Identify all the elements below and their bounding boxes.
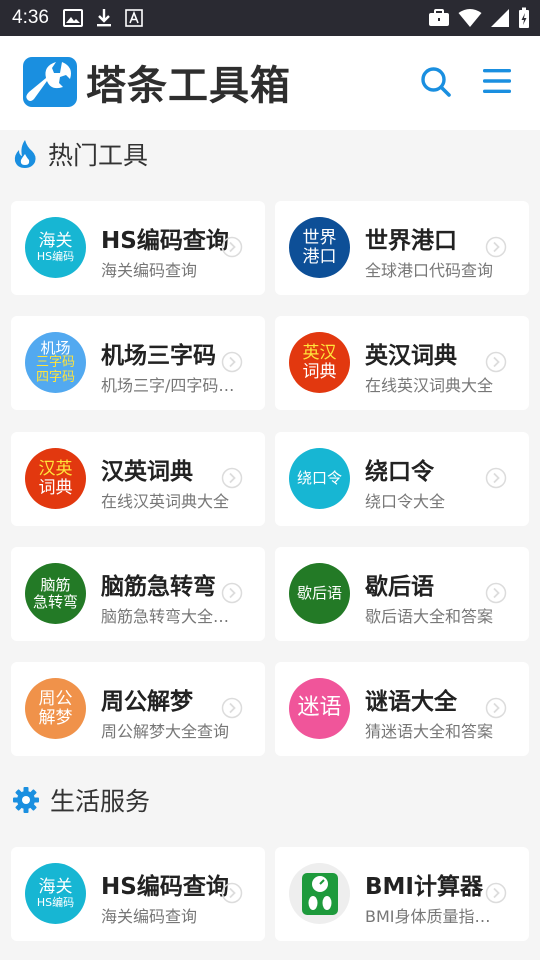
chevron-right-icon: [485, 467, 507, 489]
chevron-right-icon: [221, 582, 243, 604]
section-title-text: 生活服务: [50, 787, 151, 816]
wifi-icon: [458, 9, 482, 27]
tool-desc: 歇后语大全和答案: [365, 607, 494, 626]
section-title-hot-tools: 热门工具: [12, 134, 148, 174]
tool-card-tongue-twister[interactable]: 绕口令 绕口令 绕口令大全: [275, 432, 529, 526]
status-time: 4:36: [12, 7, 49, 28]
battery-charging-icon: [519, 7, 529, 28]
scale-icon: [301, 872, 338, 915]
tool-title: 歇后语: [365, 574, 434, 600]
tool-badge: 周公 解梦: [25, 678, 86, 739]
app-logo-text: 塔条工具箱: [86, 63, 291, 109]
chevron-right-icon: [221, 697, 243, 719]
tool-title: HS编码查询: [101, 228, 229, 254]
tool-title: 谜语大全: [365, 689, 457, 715]
chevron-right-icon: [485, 236, 507, 258]
tool-desc: 脑筋急转弯大全查询: [101, 607, 241, 626]
signal-icon: [491, 9, 509, 27]
tool-badge: 绕口令: [289, 448, 350, 509]
image-icon: [62, 9, 83, 27]
tool-card-hs-code[interactable]: 海关 HS编码 HS编码查询 海关编码查询: [11, 201, 265, 295]
tool-card-brain-teaser[interactable]: 脑筋 急转弯 脑筋急转弯 脑筋急转弯大全查询: [11, 547, 265, 641]
tool-card-dream-interpretation[interactable]: 周公 解梦 周公解梦 周公解梦大全查询: [11, 662, 265, 756]
tool-title: HS编码查询: [101, 874, 229, 900]
tool-title: 机场三字码: [101, 343, 216, 369]
tool-desc: 在线英汉词典大全: [365, 376, 494, 395]
chevron-right-icon: [221, 882, 243, 904]
chevron-right-icon: [485, 351, 507, 373]
gear-icon: [13, 787, 39, 813]
font-a-icon: [125, 9, 143, 27]
chevron-right-icon: [221, 236, 243, 258]
tool-badge: 汉英 词典: [25, 448, 86, 509]
tool-card-airport-code[interactable]: 机场 三字码 四字码 机场三字码 机场三字/四字码查询: [11, 316, 265, 410]
download-icon: [96, 9, 111, 27]
tool-desc: 机场三字/四字码查询: [101, 376, 241, 395]
tool-card-riddles[interactable]: 迷语 谜语大全 猜迷语大全和答案: [275, 662, 529, 756]
section-title-life-services: 生活服务: [12, 780, 150, 820]
wrench-logo-icon: [23, 57, 77, 107]
tool-badge: 机场 三字码 四字码: [25, 332, 86, 393]
tool-title: 脑筋急转弯: [101, 574, 216, 600]
app-header: 塔条工具箱: [0, 36, 540, 130]
tool-desc: 周公解梦大全查询: [101, 722, 230, 741]
tool-desc: 海关编码查询: [101, 907, 198, 926]
tool-desc: 海关编码查询: [101, 261, 198, 280]
tool-badge: 脑筋 急转弯: [25, 563, 86, 624]
tool-card-bmi-calculator[interactable]: BMI计算器 BMI身体质量指数计算: [275, 847, 529, 941]
tool-card-world-ports[interactable]: 世界 港口 世界港口 全球港口代码查询: [275, 201, 529, 295]
chevron-right-icon: [221, 351, 243, 373]
tool-desc: 在线汉英词典大全: [101, 492, 230, 511]
tool-desc: BMI身体质量指数计算: [365, 907, 505, 926]
chevron-right-icon: [485, 697, 507, 719]
tool-desc: 猜迷语大全和答案: [365, 722, 494, 741]
tool-title: 绕口令: [365, 459, 434, 485]
chevron-right-icon: [485, 882, 507, 904]
tool-desc: 绕口令大全: [365, 492, 446, 511]
app-logo[interactable]: 塔条工具箱: [22, 53, 291, 111]
tool-badge: [289, 863, 350, 924]
chevron-right-icon: [221, 467, 243, 489]
tool-title: BMI计算器: [365, 874, 483, 900]
chevron-right-icon: [485, 582, 507, 604]
tool-card-hs-code-life[interactable]: 海关 HS编码 HS编码查询 海关编码查询: [11, 847, 265, 941]
tool-title: 周公解梦: [101, 689, 193, 715]
tool-badge: 迷语: [289, 678, 350, 739]
tool-card-cn-en-dict[interactable]: 汉英 词典 汉英词典 在线汉英词典大全: [11, 432, 265, 526]
tool-badge: 歇后语: [289, 563, 350, 624]
flame-icon: [14, 140, 36, 168]
tool-badge: 海关 HS编码: [25, 217, 86, 278]
tool-desc: 全球港口代码查询: [365, 261, 494, 280]
status-bar: 4:36: [0, 0, 540, 36]
tool-card-xiehouyu[interactable]: 歇后语 歇后语 歇后语大全和答案: [275, 547, 529, 641]
tool-badge: 海关 HS编码: [25, 863, 86, 924]
briefcase-icon: [429, 9, 449, 26]
section-title-text: 热门工具: [48, 141, 149, 170]
tool-title: 汉英词典: [101, 459, 193, 485]
hamburger-menu-icon[interactable]: [482, 67, 512, 95]
tool-badge: 英汉 词典: [289, 332, 350, 393]
tool-title: 英汉词典: [365, 343, 457, 369]
tool-badge: 世界 港口: [289, 217, 350, 278]
tool-card-en-cn-dict[interactable]: 英汉 词典 英汉词典 在线英汉词典大全: [275, 316, 529, 410]
tool-title: 世界港口: [365, 228, 457, 254]
search-icon[interactable]: [420, 66, 452, 98]
